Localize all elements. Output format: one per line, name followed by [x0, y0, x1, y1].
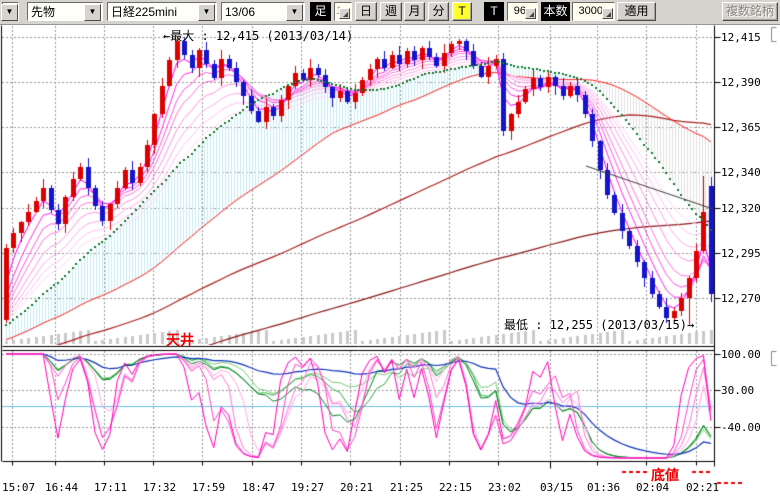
time-axis-label: 17:32 — [143, 481, 176, 494]
price-axis-label: 12,415 — [721, 31, 761, 44]
price-axis-label: 12,295 — [721, 247, 761, 260]
time-axis-label: 16:44 — [45, 481, 78, 494]
price-chart-canvas[interactable] — [0, 0, 780, 500]
price-axis-label: 12,320 — [721, 202, 761, 215]
oscillator-axis-label: 30.00 — [721, 384, 754, 397]
chart-application-window: ▼ 先物 ▼ 日経225mini ▼ 13/06 ▼ 足 1 日 週 月 分 T… — [0, 0, 780, 500]
oscillator-axis-label: 100.00 — [721, 348, 761, 361]
time-axis-label: 21:25 — [390, 481, 423, 494]
time-axis-label: 03/15 — [540, 481, 573, 494]
min-annotation: 最低 : 12,255 (2013/03/15)→ — [504, 316, 694, 333]
time-axis-label: 18:47 — [242, 481, 275, 494]
time-axis-label: 22:15 — [439, 481, 472, 494]
time-axis-label: 19:27 — [291, 481, 324, 494]
price-axis-label: 12,365 — [721, 121, 761, 134]
max-annotation: ←最大 : 12,415 (2013/03/14) — [163, 27, 353, 44]
price-axis-label: 12,270 — [721, 292, 761, 305]
time-axis-label: 01:36 — [587, 481, 620, 494]
ceiling-label: 天井 — [166, 330, 194, 350]
time-axis-label: 23:02 — [488, 481, 521, 494]
time-axis-label: 20:21 — [340, 481, 373, 494]
price-axis-label: 12,340 — [721, 166, 761, 179]
time-axis-label: 02:04 — [636, 481, 669, 494]
time-axis-label: 17:59 — [192, 481, 225, 494]
time-axis-label: 02:21 — [686, 481, 719, 494]
time-axis-label: 17:11 — [94, 481, 127, 494]
oscillator-axis-label: -40.00 — [721, 421, 761, 434]
time-axis-label: 15:07 — [2, 481, 35, 494]
price-axis-label: 12,390 — [721, 76, 761, 89]
